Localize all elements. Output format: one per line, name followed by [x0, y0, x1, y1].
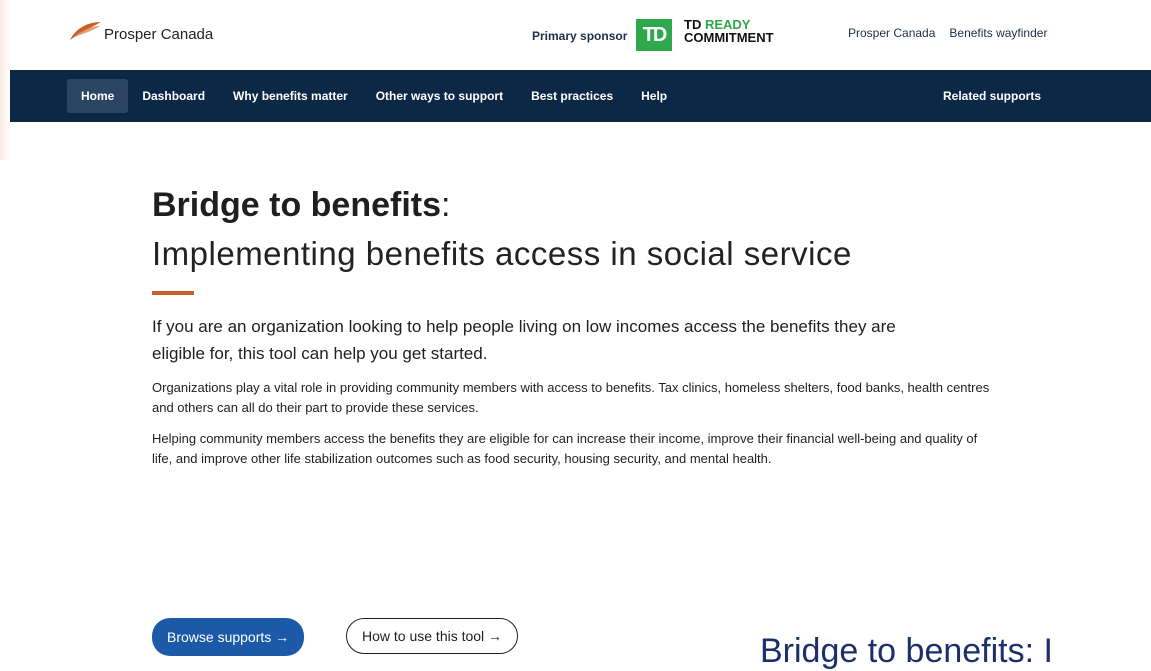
- main-navigation: Home Dashboard Why benefits matter Other…: [10, 70, 1151, 122]
- page-title-colon: :: [441, 186, 451, 224]
- accent-divider: [152, 291, 194, 295]
- nav-help[interactable]: Help: [627, 79, 681, 113]
- td-logo-text: TD: [642, 23, 668, 46]
- page-title: Bridge to benefits:: [152, 185, 992, 225]
- nav-best-practices[interactable]: Best practices: [517, 79, 627, 113]
- brand-name: Prosper Canada: [104, 26, 214, 43]
- brand-logo[interactable]: Prosper Canada: [68, 18, 213, 43]
- main-content: Bridge to benefits: Implementing benefit…: [152, 185, 992, 469]
- intro-paragraph-2: Helping community members access the ben…: [152, 431, 978, 466]
- top-header: Prosper Canada Primary sponsor TD TD REA…: [10, 0, 1151, 70]
- sponsor-label: Primary sponsor: [532, 29, 628, 43]
- nav-dashboard[interactable]: Dashboard: [128, 79, 219, 113]
- page-subtitle: Implementing benefits access in social s…: [152, 235, 852, 272]
- top-link-prosper-canada[interactable]: Prosper Canada: [848, 26, 935, 40]
- intro-paragraph-1: Organizations play a vital role in provi…: [152, 380, 990, 415]
- page-title-bold: Bridge to benefits: [152, 186, 442, 224]
- td-ready-commitment-logo: TD READY COMMITMENT: [684, 18, 774, 44]
- top-links: Prosper Canada Benefits wayfinder: [848, 26, 1047, 40]
- how-to-use-button[interactable]: How to use this tool →: [346, 618, 519, 654]
- top-link-benefits-wayfinder[interactable]: Benefits wayfinder: [949, 26, 1047, 40]
- td-logo[interactable]: TD: [636, 19, 672, 51]
- overlay-title-text: Bridge to benefits: I: [760, 632, 1053, 670]
- lead-paragraph: If you are an organization looking to he…: [152, 317, 896, 363]
- td-ready-line2: COMMITMENT: [684, 30, 774, 45]
- nav-home[interactable]: Home: [67, 79, 129, 113]
- browse-supports-button[interactable]: Browse supports →: [152, 618, 305, 656]
- page-edge-decoration: [0, 0, 10, 160]
- nav-other-ways-to-support[interactable]: Other ways to support: [362, 79, 517, 113]
- nav-related-supports[interactable]: Related supports: [943, 89, 1041, 103]
- nav-why-benefits-matter[interactable]: Why benefits matter: [219, 79, 362, 113]
- leaf-logo-icon: [70, 21, 101, 40]
